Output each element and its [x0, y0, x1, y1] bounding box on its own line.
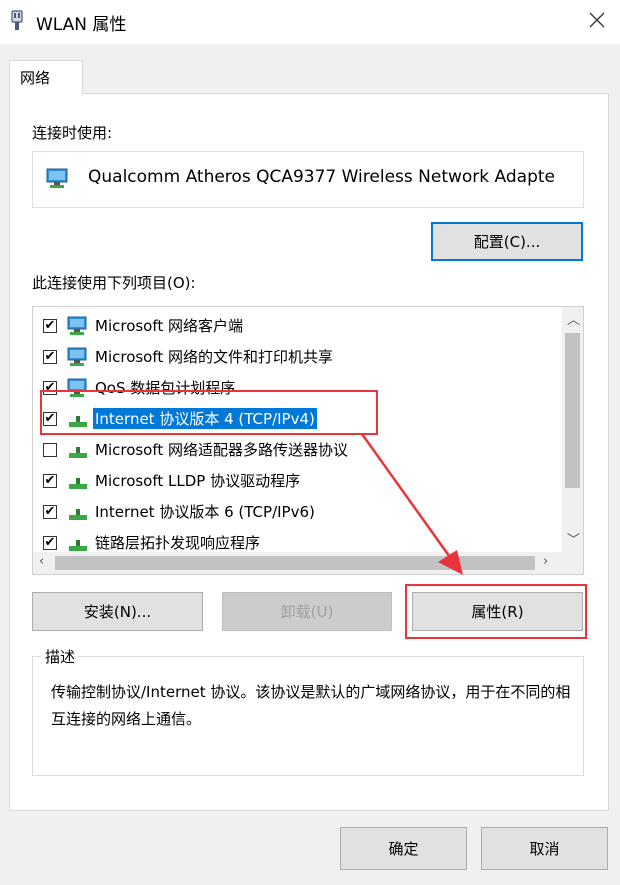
- horizontal-scrollbar[interactable]: ‹ ›: [33, 552, 583, 574]
- list-item[interactable]: ✔ Microsoft 网络客户端: [33, 310, 563, 341]
- wlan-adapter-icon: [9, 10, 25, 36]
- vertical-scrollbar[interactable]: ︿ ﹀: [562, 307, 583, 552]
- items-list[interactable]: ✔ Microsoft 网络客户端 ✔ Microsoft 网络的文件和打印机共享 ✔ Q…: [32, 306, 584, 575]
- item-checkbox[interactable]: ✔: [43, 474, 57, 488]
- close-button[interactable]: [574, 0, 620, 44]
- description-group: 描述 传输控制协议/Internet 协议。该协议是默认的广域网络协议，用于在不…: [32, 646, 584, 776]
- install-button[interactable]: 安装(N)...: [32, 592, 203, 631]
- list-item[interactable]: ✔ Internet 协议版本 6 (TCP/IPv6): [33, 496, 563, 527]
- item-checkbox[interactable]: [43, 443, 57, 457]
- item-checkbox[interactable]: ✔: [43, 536, 57, 550]
- connect-using-label: 连接时使用:: [32, 124, 113, 142]
- scroll-up-icon[interactable]: ︿: [567, 309, 580, 328]
- adapter-name: Qualcomm Atheros QCA9377 Wireless Networ…: [88, 167, 555, 187]
- item-label: 链路层拓扑发现响应程序: [95, 534, 261, 552]
- network-client-icon: [67, 346, 91, 372]
- window-title: WLAN 属性: [36, 15, 127, 35]
- horizontal-scroll-thumb[interactable]: [55, 556, 535, 570]
- network-tab-panel: 连接时使用: Qualcomm Atheros QCA9377 Wireless…: [9, 93, 609, 811]
- configure-button[interactable]: 配置(C)...: [431, 222, 583, 261]
- description-label: 描述: [41, 646, 80, 667]
- configure-button-label: 配置(C)...: [473, 233, 541, 251]
- protocol-icon: [67, 532, 91, 552]
- list-item[interactable]: ✔ Microsoft LLDP 协议驱动程序: [33, 465, 563, 496]
- description-text: 传输控制协议/Internet 协议。该协议是默认的广域网络协议，用于在不同的相…: [51, 683, 571, 728]
- adapter-display: Qualcomm Atheros QCA9377 Wireless Networ…: [32, 151, 584, 208]
- list-item[interactable]: ✔ Microsoft 网络的文件和打印机共享: [33, 341, 563, 372]
- protocol-icon: [67, 501, 91, 527]
- install-button-label: 安装(N)...: [83, 603, 152, 621]
- scroll-down-icon[interactable]: ﹀: [567, 529, 580, 548]
- item-label: Microsoft 网络适配器多路传送器协议: [95, 441, 349, 459]
- scroll-left-icon[interactable]: ‹: [39, 554, 44, 569]
- item-checkbox[interactable]: ✔: [43, 505, 57, 519]
- list-item[interactable]: ✔ 链路层拓扑发现响应程序: [33, 527, 563, 552]
- title-bar: WLAN 属性: [0, 0, 620, 44]
- protocol-icon: [67, 439, 91, 465]
- cancel-button[interactable]: 取消: [481, 827, 608, 870]
- item-label: Microsoft LLDP 协议驱动程序: [95, 472, 301, 490]
- items-label: 此连接使用下列项目(O):: [32, 274, 196, 292]
- item-label: Microsoft 网络客户端: [95, 317, 244, 335]
- network-client-icon: [67, 315, 91, 341]
- annotation-highlight-ipv4: [40, 390, 378, 435]
- item-label: Internet 协议版本 6 (TCP/IPv6): [95, 503, 315, 521]
- item-checkbox[interactable]: ✔: [43, 350, 57, 364]
- item-checkbox[interactable]: ✔: [43, 319, 57, 333]
- list-item[interactable]: Microsoft 网络适配器多路传送器协议: [33, 434, 563, 465]
- tab-network-label: 网络: [20, 69, 51, 87]
- annotation-highlight-properties: [405, 584, 587, 639]
- protocol-icon: [67, 470, 91, 496]
- item-label: Microsoft 网络的文件和打印机共享: [95, 348, 334, 366]
- uninstall-button[interactable]: 卸载(U): [222, 592, 392, 631]
- close-icon: [588, 11, 606, 33]
- ok-button-label: 确定: [388, 840, 419, 858]
- tab-network[interactable]: 网络: [9, 60, 83, 95]
- ok-button[interactable]: 确定: [340, 827, 467, 870]
- uninstall-button-label: 卸载(U): [280, 603, 334, 621]
- cancel-button-label: 取消: [529, 840, 560, 858]
- vertical-scroll-thumb[interactable]: [565, 333, 580, 488]
- scroll-right-icon[interactable]: ›: [543, 554, 548, 569]
- network-adapter-icon: [46, 168, 72, 194]
